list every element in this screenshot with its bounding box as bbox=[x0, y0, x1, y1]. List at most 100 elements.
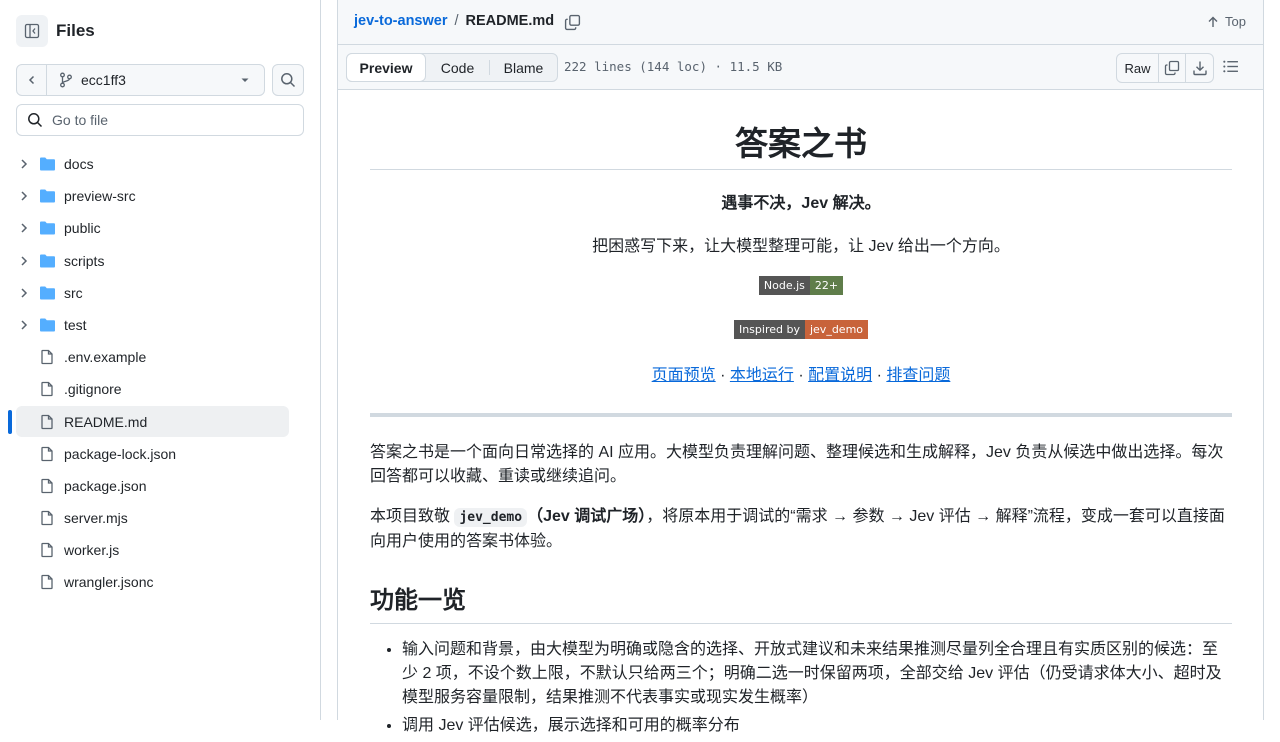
back-button[interactable] bbox=[17, 65, 47, 95]
folder-icon bbox=[40, 157, 55, 171]
inspired-by-badge[interactable]: Inspired by jev_demo bbox=[733, 320, 869, 339]
node-version-badge[interactable]: Node.js 22+ bbox=[758, 276, 844, 295]
expand-toggle[interactable] bbox=[19, 222, 29, 234]
expand-toggle[interactable] bbox=[19, 287, 29, 299]
tree-file[interactable]: package.json bbox=[0, 470, 320, 502]
divider bbox=[370, 169, 1232, 170]
readme-content: 答案之书 遇事不决，Jev 解决。 把困惑写下来，让大模型整理可能，让 Jev … bbox=[370, 90, 1232, 742]
para-bold: （Jev 调试广场） bbox=[527, 508, 647, 525]
tree-file[interactable]: .gitignore bbox=[0, 373, 320, 405]
expand-toggle[interactable] bbox=[19, 255, 29, 267]
chevron-right-icon bbox=[21, 191, 28, 201]
tree-item-label: test bbox=[64, 316, 87, 333]
go-to-file-input[interactable]: Go to file bbox=[16, 104, 304, 136]
list-item: 调用 Jev 评估候选，展示选择和可用的概率分布 bbox=[402, 714, 1232, 738]
tree-folder[interactable]: src bbox=[0, 277, 320, 309]
search-button[interactable] bbox=[272, 64, 304, 96]
copy-raw-button[interactable] bbox=[1159, 54, 1186, 82]
search-icon bbox=[28, 113, 43, 128]
tribute-paragraph: 本项目致敬 jev_demo （Jev 调试广场），将原本用于调试的“需求 → 参… bbox=[370, 505, 1232, 554]
tree-item-label: worker.js bbox=[64, 542, 120, 559]
file-icon-wrap bbox=[39, 510, 55, 526]
file-view: jev-to-answer / README.md Top Preview Co… bbox=[337, 0, 1264, 734]
link-separator: · bbox=[793, 367, 809, 384]
tree-folder[interactable]: test bbox=[0, 309, 320, 341]
tree-folder[interactable]: preview-src bbox=[0, 180, 320, 212]
list-item: 输入问题和背景，由大模型为明确或隐含的选择、开放式建议和未来结果推测尽量列全合理… bbox=[402, 638, 1232, 710]
list-icon bbox=[1223, 60, 1238, 73]
tab-blame[interactable]: Blame bbox=[489, 60, 557, 76]
readme-subline: 把困惑写下来，让大模型整理可能，让 Jev 给出一个方向。 bbox=[592, 238, 1010, 255]
go-to-file-placeholder: Go to file bbox=[52, 112, 109, 128]
file-header: jev-to-answer / README.md Top bbox=[338, 0, 1263, 45]
download-icon bbox=[1192, 61, 1207, 76]
tab-preview[interactable]: Preview bbox=[346, 53, 426, 82]
sidebar-title: Files bbox=[56, 21, 95, 40]
folder-icon bbox=[40, 318, 55, 332]
tree-file[interactable]: package-lock.json bbox=[0, 438, 320, 470]
file-icon-wrap bbox=[39, 542, 55, 558]
tree-file[interactable]: server.mjs bbox=[0, 502, 320, 534]
tree-file[interactable]: .env.example bbox=[0, 341, 320, 373]
tree-item-label: preview-src bbox=[64, 188, 136, 205]
view-mode-tabs: Preview Code Blame bbox=[346, 53, 558, 82]
link-separator: · bbox=[715, 367, 730, 384]
chevron-right-icon bbox=[21, 320, 28, 330]
collapse-sidebar-button[interactable] bbox=[16, 15, 48, 47]
link-config[interactable]: 配置说明 bbox=[808, 367, 872, 384]
tree-folder[interactable]: scripts bbox=[0, 245, 320, 277]
readme-title: 答案之书 bbox=[735, 125, 867, 162]
tree-folder[interactable]: docs bbox=[0, 148, 320, 180]
file-icon-wrap bbox=[39, 349, 55, 365]
caret-down-icon bbox=[241, 78, 249, 82]
inline-code: jev_demo bbox=[454, 508, 528, 527]
outline-button[interactable] bbox=[1222, 58, 1239, 75]
folder-icon-wrap bbox=[39, 253, 56, 269]
sidebar-header: Files bbox=[16, 15, 95, 47]
expand-toggle[interactable] bbox=[19, 158, 29, 170]
section-heading: 功能一览 bbox=[370, 580, 1232, 624]
tree-item-label: wrangler.jsonc bbox=[64, 574, 154, 591]
file-icon bbox=[41, 543, 53, 558]
arrow-up-icon bbox=[1208, 16, 1218, 27]
folder-icon-wrap bbox=[39, 188, 56, 204]
folder-icon-wrap bbox=[39, 156, 56, 172]
quick-links: 页面预览 · 本地运行 · 配置说明 · 排查问题 bbox=[370, 361, 1232, 385]
link-page-preview[interactable]: 页面预览 bbox=[652, 367, 716, 384]
breadcrumb: jev-to-answer / README.md bbox=[354, 13, 554, 29]
file-actions: Raw bbox=[1116, 53, 1214, 83]
copy-path-button[interactable] bbox=[564, 14, 581, 31]
branch-row: ecc1ff3 bbox=[16, 64, 304, 96]
file-icon bbox=[41, 414, 53, 429]
breadcrumb-repo-link[interactable]: jev-to-answer bbox=[354, 13, 447, 29]
top-label: Top bbox=[1225, 14, 1246, 29]
file-icon-wrap bbox=[39, 478, 55, 494]
branch-selector[interactable]: ecc1ff3 bbox=[16, 64, 265, 96]
badge-row: Inspired by jev_demo bbox=[370, 320, 1232, 339]
expand-toggle[interactable] bbox=[19, 319, 29, 331]
readme-tagline: 遇事不决，Jev 解决。 bbox=[721, 195, 881, 212]
folder-icon-wrap bbox=[39, 285, 56, 301]
tree-file[interactable]: README.md bbox=[0, 405, 320, 438]
link-troubleshoot[interactable]: 排查问题 bbox=[886, 367, 950, 384]
expand-toggle[interactable] bbox=[19, 190, 29, 202]
top-button[interactable]: Top bbox=[1207, 14, 1246, 29]
branch-dropdown[interactable]: ecc1ff3 bbox=[47, 65, 264, 95]
chevron-right-icon bbox=[21, 288, 28, 298]
tree-file[interactable]: wrangler.jsonc bbox=[0, 566, 320, 598]
chevron-left-icon bbox=[28, 75, 34, 85]
link-local-run[interactable]: 本地运行 bbox=[730, 367, 794, 384]
raw-button[interactable]: Raw bbox=[1117, 54, 1159, 82]
folder-icon-wrap bbox=[39, 220, 56, 236]
selection-highlight bbox=[16, 405, 289, 437]
tree-folder[interactable]: public bbox=[0, 212, 320, 244]
sidebar-collapse-icon bbox=[24, 23, 40, 39]
file-tree: docs preview-src public scripts src test .env.… bbox=[0, 148, 320, 599]
chevron-right-icon bbox=[21, 256, 28, 266]
download-button[interactable] bbox=[1186, 54, 1213, 82]
tree-file[interactable]: worker.js bbox=[0, 534, 320, 566]
file-icon bbox=[41, 446, 53, 461]
badge-value: jev_demo bbox=[804, 320, 869, 339]
breadcrumb-separator: / bbox=[454, 13, 459, 29]
tab-code[interactable]: Code bbox=[426, 54, 489, 81]
